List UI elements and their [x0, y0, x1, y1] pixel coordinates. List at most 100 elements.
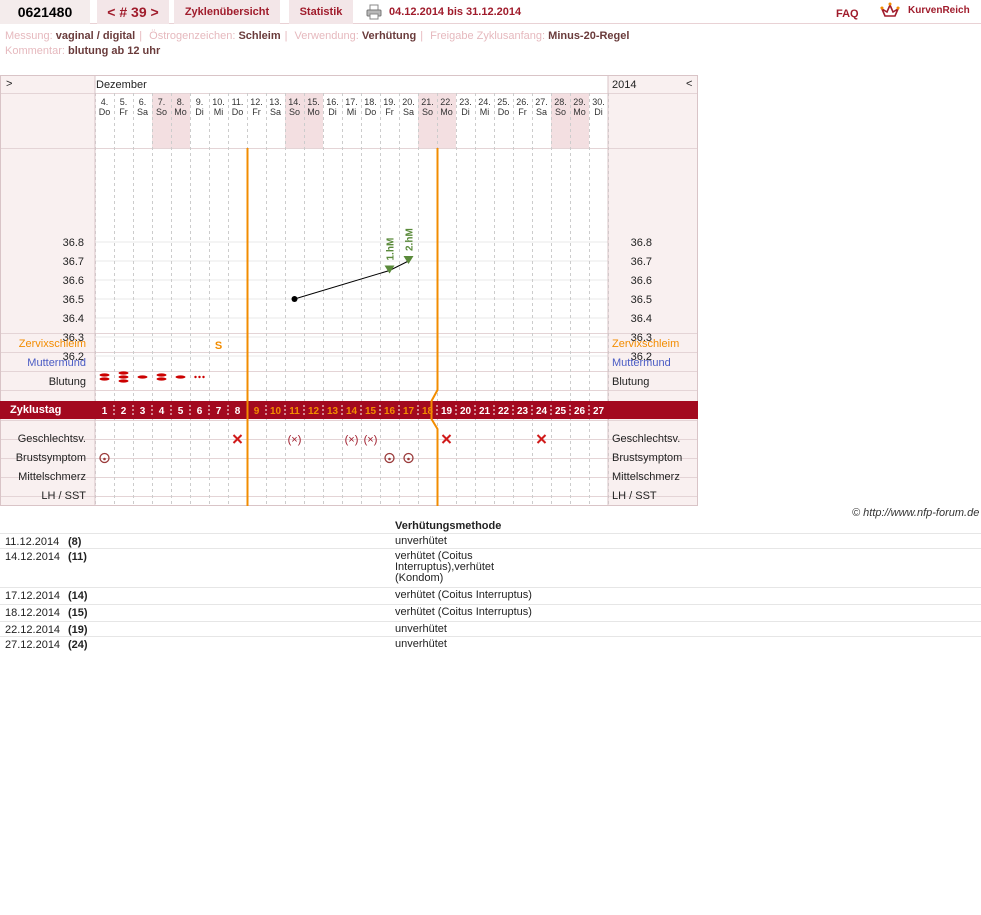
weekday-label: Mo [174, 107, 187, 117]
day-number-label: 5. [120, 97, 128, 107]
kommentar-label: Kommentar: [5, 45, 65, 57]
row-cycle-day: (14) [68, 590, 88, 602]
cycle-day-label: 15 [365, 406, 377, 417]
day-number-label: 15. [307, 97, 320, 107]
cycle-day-label: 9 [254, 406, 260, 417]
row-cycle-day: (15) [68, 607, 88, 619]
cycle-day-label: 7 [216, 406, 222, 417]
kommentar-value: blutung ab 12 uhr [67, 45, 161, 57]
weekday-label: Sa [536, 107, 547, 117]
bleeding-mark [175, 375, 186, 379]
row-label-muttermund-right: Muttermund [612, 357, 671, 369]
chart-nav-right[interactable]: < [686, 78, 692, 90]
cycle-day-label: 21 [479, 406, 491, 417]
cycle-day-label: 19 [441, 406, 453, 417]
temp-tick-label-right: 36.6 [631, 275, 652, 287]
cycle-day-label: 25 [555, 406, 567, 417]
weekday-label: So [289, 107, 300, 117]
faq-link[interactable]: FAQ [836, 8, 859, 20]
day-number-label: 13. [269, 97, 282, 107]
cycle-day-label: 10 [270, 406, 282, 417]
cycle-day-label: 24 [536, 406, 548, 417]
row-method: unverhütet [395, 638, 447, 650]
date-range: 04.12.2014 bis 31.12.2014 [389, 6, 522, 18]
row-label-lh-right: LH / SST [612, 490, 657, 502]
logo-text[interactable]: KurvenReich [908, 5, 970, 16]
day-number-label: 29. [573, 97, 586, 107]
credit-text: © http://www.nfp-forum.de [852, 507, 980, 519]
day-number-label: 21. [421, 97, 434, 107]
higher-measurement-label: 1.hM [386, 238, 397, 261]
row-label-brust: Brustsymptom [15, 452, 86, 464]
row-label-brust-right: Brustsymptom [612, 452, 683, 464]
day-number-label: 16. [326, 97, 339, 107]
row-date: 11.12.2014 [5, 536, 60, 548]
cycle-day-label: 12 [308, 406, 320, 417]
row-cycle-day: (24) [68, 639, 88, 651]
row-date: 22.12.2014 [5, 624, 61, 636]
crown-logo-icon[interactable] [880, 1, 900, 21]
bleeding-mark [99, 373, 110, 377]
weekday-label: Sa [137, 107, 148, 117]
day-number-label: 17. [345, 97, 358, 107]
temp-tick-label-right: 36.5 [631, 294, 652, 306]
temp-tick-label-left: 36.6 [63, 275, 84, 287]
table-row: 27.12.2014 (24) unverhütet [0, 636, 981, 651]
breast-symptom-dot [103, 457, 106, 461]
weekday-label: Di [594, 107, 603, 117]
cycle-day-label: 17 [403, 406, 415, 417]
table-row: 18.12.2014 (15) verhütet (Coitus Interrupt… [0, 604, 981, 621]
bleeding-mark [156, 377, 167, 381]
day-number-label: 12. [250, 97, 263, 107]
row-label-zervix: Zervixschleim [18, 338, 86, 350]
row-date: 18.12.2014 [5, 607, 61, 619]
weekday-label: Di [461, 107, 470, 117]
printer-icon[interactable] [366, 4, 382, 20]
cycle-id: 0621480 [0, 0, 90, 24]
cycle-day-label: 23 [517, 406, 529, 417]
cycle-day-label: 6 [197, 406, 203, 417]
row-cycle-day: (8) [68, 536, 82, 548]
weekday-label: Mi [347, 107, 357, 117]
row-label-lh: LH / SST [41, 490, 86, 502]
row-method: verhütet (Coitus Interruptus) [395, 606, 532, 618]
weekday-label: Di [328, 107, 337, 117]
day-number-label: 28. [554, 97, 567, 107]
tab-cycle-overview[interactable]: Zyklenübersicht [174, 0, 280, 24]
weekday-label: Fr [119, 107, 128, 117]
day-number-label: 8. [177, 97, 185, 107]
weekday-label: Fr [252, 107, 261, 117]
weekday-label: Fr [385, 107, 394, 117]
day-number-label: 4. [101, 97, 109, 107]
row-method: verhütet (Coitus Interruptus),verhütet (… [395, 550, 495, 584]
weekday-label: Do [99, 107, 111, 117]
cycle-navigation[interactable]: < # 39 > [97, 0, 169, 24]
day-number-label: 6. [139, 97, 147, 107]
higher-measurement-label: 2.hM [405, 228, 416, 251]
separator: | [420, 30, 424, 42]
verwendung-value: Verhütung [361, 30, 417, 42]
temp-tick-label-left: 36.7 [63, 256, 84, 268]
tab-statistics[interactable]: Statistik [289, 0, 353, 24]
bleeding-mark [137, 375, 148, 379]
row-label-mittelschmerz: Mittelschmerz [18, 471, 86, 483]
cycle-chart-svg: 4.Do5.Fr6.Sa7.So8.Mo9.Di10.Mi11.Do12.Fr1… [0, 75, 698, 506]
comment-info: Kommentar: blutung ab 12 uhr [5, 45, 160, 57]
freigabe-value: Minus-20-Regel [548, 30, 630, 42]
cycle-day-label: 2 [121, 406, 127, 417]
cycle-day-label: 8 [235, 406, 241, 417]
row-label-zyklustag: Zyklustag [10, 404, 62, 416]
row-method: verhütet (Coitus Interruptus) [395, 589, 532, 601]
chart-month: Dezember [96, 79, 147, 91]
bleeding-mark [118, 371, 129, 375]
temperature-point [291, 296, 298, 302]
day-number-label: 24. [478, 97, 491, 107]
day-number-label: 14. [288, 97, 301, 107]
chart-nav-left[interactable]: > [6, 78, 12, 90]
chart-year: 2014 [612, 79, 637, 91]
weekday-label: So [156, 107, 167, 117]
table-header: Verhütungsmethode [395, 520, 502, 532]
row-method: unverhütet [395, 623, 447, 635]
cycle-day-label: 11 [289, 406, 300, 417]
day-number-label: 30. [592, 97, 605, 107]
